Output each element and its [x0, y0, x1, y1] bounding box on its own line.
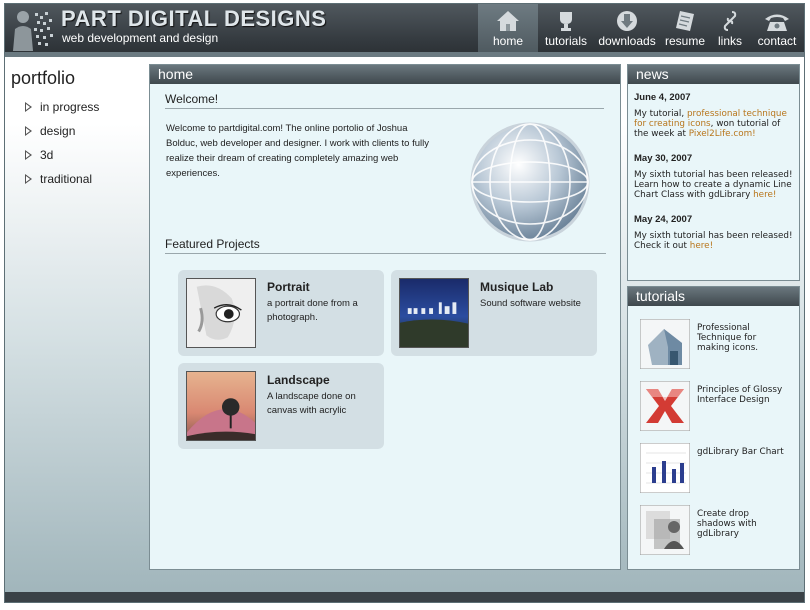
news-text: My tutorial, professional technique for … [634, 109, 793, 139]
tutorial-item[interactable]: Principles of Glossy Interface Design [640, 381, 790, 435]
news-link[interactable]: Pixel2Life.com! [689, 129, 756, 139]
download-arrow-icon [617, 11, 637, 31]
triangle-bullet-icon [25, 126, 32, 136]
drop-shadow-icon [640, 505, 690, 555]
nav-home-label: home [492, 34, 524, 48]
sidebar-item-in-progress[interactable]: in progress [11, 95, 141, 119]
site-header: PART DIGITAL DESIGNS web development and… [5, 4, 804, 56]
news-link[interactable]: here! [753, 190, 776, 200]
triangle-bullet-icon [25, 150, 32, 160]
tutorials-panel: tutorials Professional Technique for mak… [627, 286, 800, 570]
bar-chart-icon [640, 443, 690, 493]
site-subtitle: web development and design [62, 31, 219, 45]
news-item: May 30, 2007 My sixth tutorial has been … [628, 153, 799, 200]
portfolio-sidebar: portfolio in progress design 3d traditio… [11, 68, 141, 191]
chain-link-icon [723, 11, 737, 31]
project-desc: Sound software website [480, 298, 581, 309]
project-desc: A landscape done on canvas with acrylic [267, 391, 356, 416]
sidebar-item-label: in progress [40, 100, 100, 114]
site-footer [5, 592, 804, 602]
news-text: My sixth tutorial has been released! Che… [634, 231, 793, 251]
news-panel: news June 4, 2007 My tutorial, professio… [627, 64, 800, 281]
home-panel: home Welcome! Welcome to partdigital.com… [149, 64, 621, 570]
header-divider [5, 52, 804, 57]
house-icon [497, 11, 519, 31]
project-card-musique-lab[interactable]: Musique Lab Sound software website [391, 270, 597, 356]
home-panel-heading: home [150, 65, 620, 84]
tutorials-heading: tutorials [628, 287, 799, 306]
document-icon [676, 11, 694, 31]
sidebar-item-label: design [40, 124, 76, 138]
project-title: Portrait [267, 280, 310, 294]
sidebar-item-label: 3d [40, 148, 54, 162]
nav-downloads-label: downloads [598, 34, 656, 48]
musique-lab-thumbnail [399, 278, 469, 348]
sidebar-item-design[interactable]: design [11, 119, 141, 143]
news-date: May 24, 2007 [634, 214, 693, 225]
nav-downloads[interactable]: downloads [594, 4, 660, 52]
news-link[interactable]: here! [690, 241, 713, 251]
nav-tutorials[interactable]: tutorials [538, 4, 594, 52]
tutorial-label: Create drop shadows with gdLibrary [697, 509, 757, 539]
portrait-thumbnail [186, 278, 256, 348]
globe-icon [470, 122, 590, 242]
site-title[interactable]: PART DIGITAL DESIGNS [61, 6, 326, 32]
news-item: May 24, 2007 My sixth tutorial has been … [628, 214, 799, 251]
glossy-x-icon [640, 381, 690, 431]
featured-projects-title: Featured Projects [165, 237, 606, 254]
news-text-part: My tutorial, [634, 109, 687, 119]
logo-icon [13, 11, 53, 51]
sidebar-item-3d[interactable]: 3d [11, 143, 141, 167]
news-text-part: My sixth tutorial has been released! Che… [634, 231, 793, 251]
tutorial-item[interactable]: Professional Technique for making icons. [640, 319, 790, 373]
sidebar-item-traditional[interactable]: traditional [11, 167, 141, 191]
triangle-bullet-icon [25, 174, 32, 184]
project-desc: a portrait done from a photograph. [267, 298, 358, 323]
nav-tutorials-label: tutorials [544, 34, 588, 48]
nav-contact-label: contact [757, 34, 797, 48]
news-date: June 4, 2007 [634, 92, 691, 103]
nav-contact[interactable]: contact [750, 4, 804, 52]
nav-resume[interactable]: resume [660, 4, 710, 52]
nav-resume-label: resume [665, 34, 706, 48]
sidebar-item-label: traditional [40, 172, 93, 186]
news-heading: news [628, 65, 799, 84]
tutorial-item[interactable]: Create drop shadows with gdLibrary [640, 505, 790, 559]
news-date: May 30, 2007 [634, 153, 693, 164]
nav-home[interactable]: home [478, 4, 538, 52]
news-item: June 4, 2007 My tutorial, professional t… [628, 92, 799, 139]
welcome-text: Welcome to partdigital.com! The online p… [166, 123, 429, 179]
tutorial-label: Principles of Glossy Interface Design [697, 385, 783, 405]
main-nav: home tutorials downloads resume links co… [478, 4, 804, 52]
house-3d-icon [640, 319, 690, 369]
nav-links[interactable]: links [710, 4, 750, 52]
trophy-icon [560, 12, 572, 31]
tutorial-label: gdLibrary Bar Chart [697, 447, 784, 457]
welcome-title: Welcome! [165, 92, 604, 109]
project-title: Musique Lab [480, 280, 554, 294]
project-card-portrait[interactable]: Portrait a portrait done from a photogra… [178, 270, 384, 356]
sidebar-title: portfolio [11, 68, 76, 88]
page-frame: PART DIGITAL DESIGNS web development and… [4, 3, 805, 603]
telephone-icon [765, 14, 789, 31]
news-text: My sixth tutorial has been released! Lea… [634, 170, 793, 200]
landscape-thumbnail [186, 371, 256, 441]
tutorial-label: Professional Technique for making icons. [697, 323, 759, 353]
nav-links-label: links [717, 34, 742, 48]
project-card-landscape[interactable]: Landscape A landscape done on canvas wit… [178, 363, 384, 449]
triangle-bullet-icon [25, 102, 32, 112]
tutorial-item[interactable]: gdLibrary Bar Chart [640, 443, 790, 497]
project-title: Landscape [267, 373, 330, 387]
